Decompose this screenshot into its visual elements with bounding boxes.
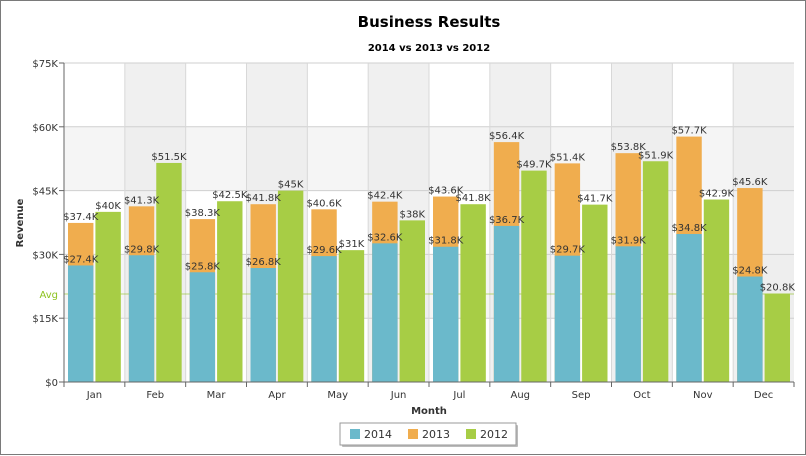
bar-2012	[703, 199, 730, 382]
data-label-2012: $42.5K	[212, 190, 248, 201]
x-tick-label: Apr	[268, 390, 286, 401]
x-tick-label: Aug	[510, 390, 530, 401]
legend: 2014 2013 2012	[339, 422, 518, 447]
data-label-2013: $41.3K	[124, 195, 160, 206]
avg-line-label: Avg	[39, 290, 58, 301]
x-tick-label: Feb	[146, 390, 164, 401]
bar-2014	[615, 246, 641, 382]
data-label-2014: $36.7K	[489, 215, 525, 226]
x-tick-label: Sep	[572, 390, 591, 401]
data-label-2012: $42.9K	[699, 189, 735, 200]
chart-title: Business Results	[358, 13, 501, 31]
data-label-2013: $41.8K	[246, 193, 282, 204]
bar-2014	[189, 272, 216, 382]
bar-2014	[311, 256, 337, 382]
bar-2012	[338, 250, 365, 382]
data-label-2014: $27.4K	[63, 254, 99, 265]
data-label-2014: $24.8K	[732, 266, 768, 277]
chart-subtitle: 2014 vs 2013 vs 2012	[368, 43, 490, 54]
x-tick-label: Mar	[207, 390, 227, 401]
bar-2012	[764, 293, 790, 382]
x-tick-label: Jul	[452, 390, 465, 401]
data-label-2012: $45K	[278, 180, 304, 191]
y-tick-label: $45K	[32, 187, 58, 198]
bar-2014	[372, 243, 398, 382]
data-label-2014: $29.8K	[124, 244, 160, 255]
bar-2014	[68, 265, 94, 382]
bar-2014	[493, 225, 520, 382]
data-label-2014: $25.8K	[185, 261, 221, 272]
data-label-2012: $41.7K	[577, 194, 613, 205]
data-label-2013: $42.4K	[367, 191, 403, 202]
data-label-2012: $51.5K	[151, 152, 187, 163]
data-label-2013: $37.4K	[63, 212, 99, 223]
data-label-2013: $40.6K	[306, 198, 342, 209]
y-axis-label: Revenue	[15, 198, 26, 247]
data-label-2014: $31.9K	[611, 235, 647, 246]
x-tick-label: Jan	[86, 390, 102, 401]
data-label-2012: $31K	[339, 239, 365, 250]
legend-swatch-2014	[350, 429, 360, 439]
data-label-2014: $34.8K	[671, 223, 707, 234]
bar-2012	[156, 162, 182, 382]
legend-label: 2012	[480, 428, 508, 441]
bar-2012	[642, 161, 669, 382]
x-tick-label: Oct	[633, 390, 650, 401]
x-tick-label: May	[327, 390, 348, 401]
chart-container: $0 $15K $30K $45K $60K $75K Avg $37.4K $27.4K $4…	[0, 0, 806, 455]
bar-2012	[399, 220, 425, 382]
chart-svg: $0 $15K $30K $45K $60K $75K Avg $37.4K $27.4K $4…	[15, 13, 796, 447]
legend-label: 2014	[364, 428, 392, 441]
data-label-2014: $32.6K	[367, 232, 403, 243]
data-label-2012: $20.8K	[760, 283, 796, 294]
bar-2012	[582, 204, 608, 382]
bar-2014	[676, 233, 702, 382]
data-label-2012: $38K	[399, 209, 425, 220]
x-tick-label: Dec	[754, 390, 773, 401]
x-axis-label: Month	[411, 406, 447, 417]
legend-label: 2013	[422, 428, 450, 441]
bar-2012	[277, 190, 304, 382]
bar-2014	[128, 255, 155, 382]
y-tick-label: $15K	[32, 314, 58, 325]
data-label-2014: $26.8K	[246, 257, 282, 268]
data-label-2013: $45.6K	[732, 177, 768, 188]
data-label-2013: $56.4K	[489, 131, 525, 142]
x-tick-label: Jun	[390, 390, 407, 401]
legend-swatch-2013	[408, 429, 418, 439]
data-label-2013: $38.3K	[185, 208, 221, 219]
x-tick-label: Nov	[693, 390, 713, 401]
data-label-2012: $49.7K	[516, 160, 552, 171]
data-label-2014: $29.6K	[306, 245, 342, 256]
data-label-2012: $51.9K	[638, 150, 674, 161]
data-label-2014: $29.7K	[550, 245, 586, 256]
bar-2012	[521, 170, 547, 382]
data-label-2014: $31.8K	[428, 236, 464, 247]
legend-swatch-2012	[466, 429, 476, 439]
data-label-2013: $57.7K	[671, 126, 707, 137]
bar-2012	[95, 211, 121, 382]
data-label-2012: $41.8K	[456, 193, 492, 204]
y-tick-label: $75K	[32, 59, 58, 70]
y-tick-label: $60K	[32, 123, 58, 134]
data-label-2012: $40K	[95, 201, 121, 212]
bar-2012	[217, 201, 243, 382]
y-tick-label: $0	[45, 378, 58, 389]
bar-2014	[250, 268, 276, 382]
bar-2014	[433, 246, 459, 382]
bar-2012	[460, 204, 486, 382]
data-label-2013: $51.4K	[550, 152, 586, 163]
y-tick-label: $30K	[32, 250, 58, 261]
bar-2014	[554, 255, 581, 382]
